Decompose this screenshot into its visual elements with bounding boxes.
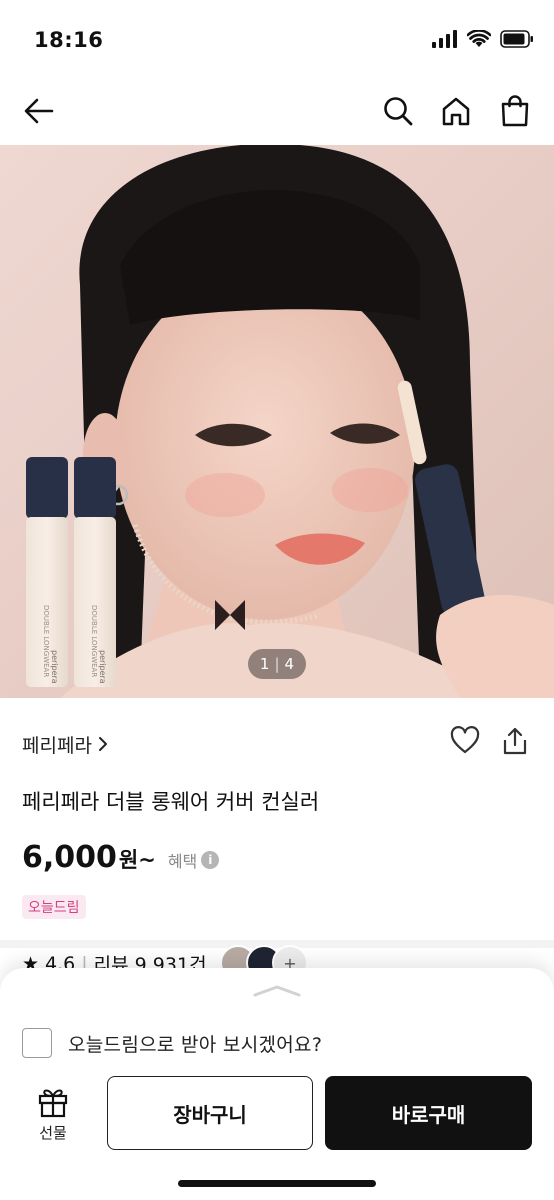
price-amount: 6,000 [22,840,117,875]
gift-button[interactable]: 선물 [22,1086,84,1146]
today-dream-label: 오늘드림으로 받아 보시겠어요? [68,1033,323,1056]
benefit-label: 혜택 [167,852,198,871]
model-with-concealer-photo: DOUBLE LONGWEAR DOUBLE LONGWEAR peripera… [26,145,554,698]
page-total: 4 [284,655,295,673]
page-separator: | [274,655,280,673]
page-current: 1 [259,655,270,673]
image-page-indicator: 1 | 4 [248,649,306,679]
purchase-bottom-sheet: 오늘드림으로 받아 보시겠어요? 선물 장바구니 바로구매 [0,968,554,1200]
brand-link[interactable]: 페리페라 [22,731,92,758]
battery-icon [500,30,533,48]
chevron-right-icon[interactable] [98,736,108,752]
nav-bar [0,80,554,142]
product-title: 페리페라 더블 롱웨어 커버 컨실러 [22,790,320,814]
benefit-button[interactable]: 혜택 i [167,848,220,872]
buy-now-button[interactable]: 바로구매 [325,1076,532,1150]
tube-print-text: DOUBLE LONGWEAR [90,605,98,677]
brand-row: 페리페라 [22,726,532,760]
search-icon [384,97,413,126]
tube-brand-text: peripera [50,650,59,684]
home-indicator [178,1180,376,1187]
back-arrow-icon [24,98,54,124]
info-icon: i [201,851,220,869]
gift-icon [38,1089,68,1118]
today-dream-option[interactable]: 오늘드림으로 받아 보시겠어요? [22,1028,322,1058]
price-unit: 원~ [118,848,156,872]
share-button[interactable] [502,726,528,760]
wifi-icon [467,30,491,47]
today-dream-badge: 오늘드림 [22,895,86,919]
status-time: 18:16 [34,28,104,52]
tube-brand-text: peripera [98,650,107,684]
shopping-bag-icon [501,95,529,127]
share-icon [503,727,527,755]
home-button[interactable] [437,92,475,130]
add-to-cart-button[interactable]: 장바구니 [107,1076,313,1150]
home-icon [442,97,470,126]
sheet-collapse-handle[interactable] [252,984,302,998]
status-icons [432,30,534,48]
back-button[interactable] [20,92,58,130]
heart-icon [450,726,480,754]
status-bar: 18:16 [0,0,554,80]
signal-icon [432,30,457,48]
today-dream-checkbox[interactable] [22,1028,52,1058]
search-button[interactable] [379,92,417,130]
cart-button[interactable] [496,92,534,130]
price-row: 6,000 원~ 혜택 i [22,840,220,875]
like-button[interactable] [450,726,480,758]
gift-label: 선물 [39,1124,67,1142]
product-hero-image[interactable]: DOUBLE LONGWEAR DOUBLE LONGWEAR peripera… [0,145,554,698]
tube-print-text: DOUBLE LONGWEAR [42,605,50,677]
